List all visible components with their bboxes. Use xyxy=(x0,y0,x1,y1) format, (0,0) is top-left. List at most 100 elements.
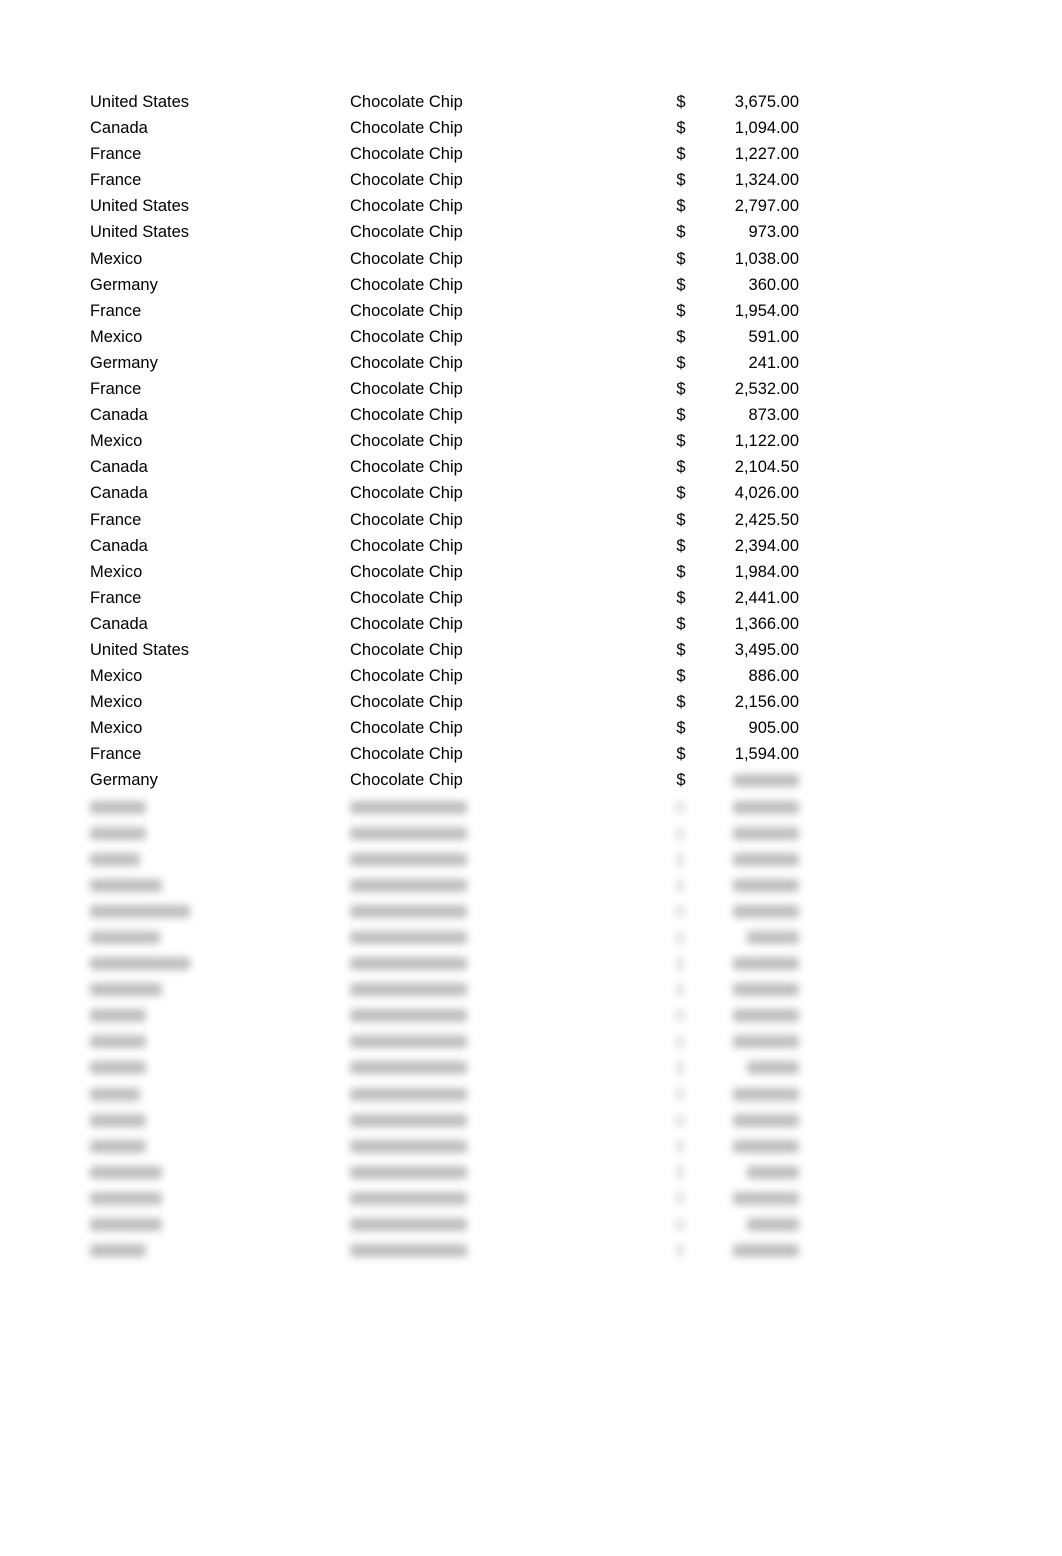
amount-cell[interactable]: 4,026.00 xyxy=(700,480,799,506)
country-cell[interactable]: Germany xyxy=(90,272,158,298)
product-cell[interactable]: Chocolate Chip xyxy=(350,715,463,741)
redacted-country xyxy=(90,800,146,814)
amount-cell[interactable]: 3,495.00 xyxy=(700,637,799,663)
product-cell[interactable]: Chocolate Chip xyxy=(350,428,463,454)
country-cell[interactable]: Germany xyxy=(90,767,158,793)
amount-cell[interactable]: 905.00 xyxy=(700,715,799,741)
amount-cell[interactable]: 973.00 xyxy=(700,219,799,245)
country-cell[interactable]: Canada xyxy=(90,533,148,559)
country-cell[interactable]: Canada xyxy=(90,454,148,480)
country-cell[interactable]: France xyxy=(90,141,141,167)
amount-cell[interactable]: 2,156.00 xyxy=(700,689,799,715)
product-cell[interactable]: Chocolate Chip xyxy=(350,480,463,506)
country-cell[interactable]: Canada xyxy=(90,402,148,428)
country-cell[interactable]: France xyxy=(90,167,141,193)
country-cell[interactable]: France xyxy=(90,376,141,402)
product-cell[interactable]: Chocolate Chip xyxy=(350,272,463,298)
product-cell[interactable]: Chocolate Chip xyxy=(350,585,463,611)
product-cell[interactable]: Chocolate Chip xyxy=(350,637,463,663)
product-cell[interactable]: Chocolate Chip xyxy=(350,298,463,324)
country-cell[interactable]: Mexico xyxy=(90,324,142,350)
redacted-country xyxy=(90,957,190,971)
amount-cell[interactable]: 2,797.00 xyxy=(700,193,799,219)
country-cell[interactable]: Canada xyxy=(90,480,148,506)
product-cell[interactable]: Chocolate Chip xyxy=(350,324,463,350)
redacted-product xyxy=(350,800,467,814)
amount-cell[interactable]: 591.00 xyxy=(700,324,799,350)
redacted-amount xyxy=(733,878,799,892)
amount-cell[interactable]: 1,122.00 xyxy=(700,428,799,454)
amount-cell[interactable]: 886.00 xyxy=(700,663,799,689)
redacted-amount xyxy=(733,1244,799,1258)
product-cell[interactable]: Chocolate Chip xyxy=(350,611,463,637)
amount-cell[interactable]: 241.00 xyxy=(700,350,799,376)
product-cell[interactable]: Chocolate Chip xyxy=(350,167,463,193)
amount-cell[interactable]: 1,954.00 xyxy=(700,298,799,324)
product-cell[interactable]: Chocolate Chip xyxy=(350,559,463,585)
country-cell[interactable]: Canada xyxy=(90,115,148,141)
product-cell[interactable]: Chocolate Chip xyxy=(350,193,463,219)
product-cell[interactable]: Chocolate Chip xyxy=(350,767,463,793)
country-cell[interactable]: Mexico xyxy=(90,715,142,741)
currency-symbol: $ xyxy=(676,249,686,268)
currency-symbol: $ xyxy=(676,458,686,477)
amount-cell[interactable]: 1,984.00 xyxy=(700,559,799,585)
redacted-amount xyxy=(747,1218,799,1232)
country-cell[interactable]: United States xyxy=(90,193,189,219)
amount-cell[interactable]: 3,675.00 xyxy=(700,89,799,115)
country-cell[interactable]: Canada xyxy=(90,611,148,637)
product-cell[interactable]: Chocolate Chip xyxy=(350,402,463,428)
country-cell[interactable]: Mexico xyxy=(90,559,142,585)
product-cell[interactable]: Chocolate Chip xyxy=(350,376,463,402)
country-cell[interactable]: United States xyxy=(90,637,189,663)
product-cell[interactable]: Chocolate Chip xyxy=(350,741,463,767)
product-cell[interactable]: Chocolate Chip xyxy=(350,454,463,480)
redacted-amount xyxy=(733,774,799,788)
redacted-product xyxy=(350,852,467,866)
product-cell[interactable]: Chocolate Chip xyxy=(350,115,463,141)
currency-symbol: $ xyxy=(676,771,686,790)
product-cell[interactable]: Chocolate Chip xyxy=(350,141,463,167)
product-cell[interactable]: Chocolate Chip xyxy=(350,533,463,559)
amount-cell[interactable]: 2,532.00 xyxy=(700,376,799,402)
redacted-product xyxy=(350,1218,467,1232)
country-cell[interactable]: France xyxy=(90,507,141,533)
table-row: United States Chocolate Chip $973.00 xyxy=(0,219,1062,245)
amount-cell[interactable]: 1,366.00 xyxy=(700,611,799,637)
country-cell[interactable]: France xyxy=(90,585,141,611)
amount-cell[interactable]: 1,324.00 xyxy=(700,167,799,193)
amount-cell[interactable]: 2,394.00 xyxy=(700,533,799,559)
country-cell[interactable]: United States xyxy=(90,219,189,245)
country-cell[interactable]: France xyxy=(90,741,141,767)
product-cell[interactable]: Chocolate Chip xyxy=(350,350,463,376)
amount-cell[interactable]: 1,038.00 xyxy=(700,246,799,272)
country-cell[interactable]: France xyxy=(90,298,141,324)
amount-cell[interactable]: 2,441.00 xyxy=(700,585,799,611)
product-cell[interactable]: Chocolate Chip xyxy=(350,507,463,533)
redacted-row xyxy=(0,1002,1062,1028)
amount-cell[interactable]: 2,104.50 xyxy=(700,454,799,480)
country-cell[interactable]: Mexico xyxy=(90,246,142,272)
amount-cell[interactable]: 360.00 xyxy=(700,272,799,298)
redacted-country xyxy=(90,1061,146,1075)
amount-cell[interactable]: 1,594.00 xyxy=(700,741,799,767)
amount-cell[interactable]: 873.00 xyxy=(700,402,799,428)
product-cell[interactable]: Chocolate Chip xyxy=(350,689,463,715)
country-cell[interactable]: Mexico xyxy=(90,663,142,689)
country-cell[interactable]: Germany xyxy=(90,350,158,376)
sales-table: United States Chocolate Chip $3,675.00 Cana… xyxy=(0,89,1062,1263)
country-cell[interactable]: United States xyxy=(90,89,189,115)
product-cell[interactable]: Chocolate Chip xyxy=(350,89,463,115)
amount-cell[interactable]: 2,425.50 xyxy=(700,507,799,533)
country-cell[interactable]: Mexico xyxy=(90,689,142,715)
product-cell[interactable]: Chocolate Chip xyxy=(350,246,463,272)
redacted-row xyxy=(0,1211,1062,1237)
redacted-currency xyxy=(676,931,684,944)
product-cell[interactable]: Chocolate Chip xyxy=(350,663,463,689)
redacted-country xyxy=(90,1009,146,1023)
amount-cell[interactable]: 1,227.00 xyxy=(700,141,799,167)
amount-cell[interactable]: 1,094.00 xyxy=(700,115,799,141)
product-cell[interactable]: Chocolate Chip xyxy=(350,219,463,245)
redacted-currency xyxy=(676,800,684,814)
country-cell[interactable]: Mexico xyxy=(90,428,142,454)
